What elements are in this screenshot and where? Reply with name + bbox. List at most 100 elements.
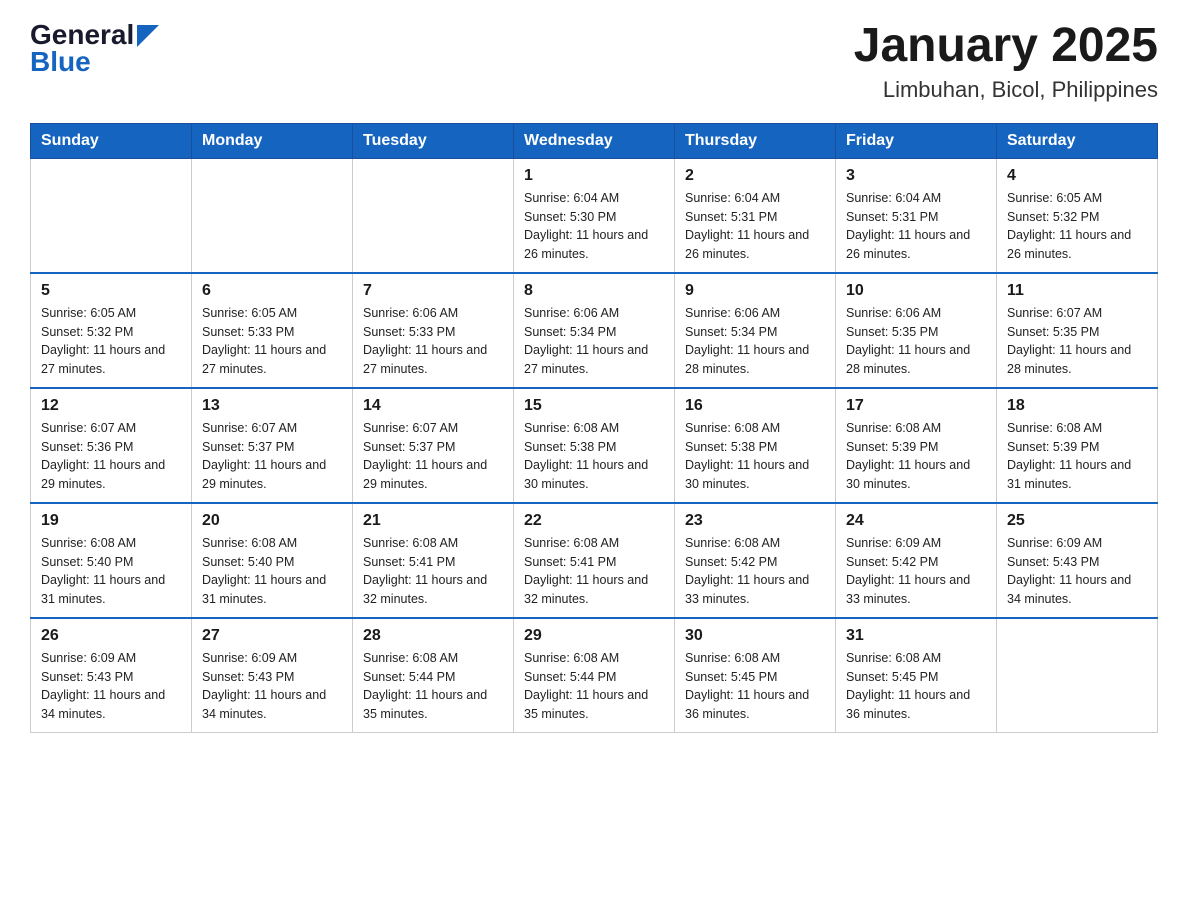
day-info: Sunrise: 6:07 AMSunset: 5:37 PMDaylight:… xyxy=(363,419,503,494)
day-info: Sunrise: 6:08 AMSunset: 5:44 PMDaylight:… xyxy=(524,649,664,724)
day-info: Sunrise: 6:06 AMSunset: 5:34 PMDaylight:… xyxy=(685,304,825,379)
calendar-cell: 14 Sunrise: 6:07 AMSunset: 5:37 PMDayligh… xyxy=(353,388,514,503)
day-number: 8 xyxy=(524,282,664,300)
calendar-cell: 27 Sunrise: 6:09 AMSunset: 5:43 PMDayligh… xyxy=(192,618,353,733)
logo: General Blue xyxy=(30,20,159,78)
calendar-cell: 25 Sunrise: 6:09 AMSunset: 5:43 PMDayligh… xyxy=(997,503,1158,618)
day-info: Sunrise: 6:06 AMSunset: 5:35 PMDaylight:… xyxy=(846,304,986,379)
calendar-header-row: SundayMondayTuesdayWednesdayThursdayFrid… xyxy=(31,123,1158,158)
day-info: Sunrise: 6:08 AMSunset: 5:39 PMDaylight:… xyxy=(846,419,986,494)
day-number: 12 xyxy=(41,397,181,415)
day-info: Sunrise: 6:07 AMSunset: 5:36 PMDaylight:… xyxy=(41,419,181,494)
day-info: Sunrise: 6:08 AMSunset: 5:40 PMDaylight:… xyxy=(202,534,342,609)
page-header: General Blue January 2025 Limbuhan, Bico… xyxy=(30,20,1158,103)
day-info: Sunrise: 6:05 AMSunset: 5:32 PMDaylight:… xyxy=(41,304,181,379)
calendar-cell: 31 Sunrise: 6:08 AMSunset: 5:45 PMDayligh… xyxy=(836,618,997,733)
day-info: Sunrise: 6:08 AMSunset: 5:45 PMDaylight:… xyxy=(685,649,825,724)
day-number: 31 xyxy=(846,627,986,645)
calendar-cell: 26 Sunrise: 6:09 AMSunset: 5:43 PMDayligh… xyxy=(31,618,192,733)
day-number: 3 xyxy=(846,167,986,185)
day-info: Sunrise: 6:06 AMSunset: 5:33 PMDaylight:… xyxy=(363,304,503,379)
calendar-cell: 30 Sunrise: 6:08 AMSunset: 5:45 PMDayligh… xyxy=(675,618,836,733)
day-number: 18 xyxy=(1007,397,1147,415)
calendar-cell: 7 Sunrise: 6:06 AMSunset: 5:33 PMDaylight… xyxy=(353,273,514,388)
calendar-cell: 15 Sunrise: 6:08 AMSunset: 5:38 PMDayligh… xyxy=(514,388,675,503)
calendar-cell xyxy=(31,158,192,273)
day-info: Sunrise: 6:09 AMSunset: 5:43 PMDaylight:… xyxy=(1007,534,1147,609)
day-number: 5 xyxy=(41,282,181,300)
calendar-cell: 28 Sunrise: 6:08 AMSunset: 5:44 PMDayligh… xyxy=(353,618,514,733)
calendar-header-saturday: Saturday xyxy=(997,123,1158,158)
day-info: Sunrise: 6:08 AMSunset: 5:41 PMDaylight:… xyxy=(524,534,664,609)
day-number: 22 xyxy=(524,512,664,530)
day-info: Sunrise: 6:04 AMSunset: 5:31 PMDaylight:… xyxy=(685,189,825,264)
day-info: Sunrise: 6:08 AMSunset: 5:44 PMDaylight:… xyxy=(363,649,503,724)
page-title: January 2025 xyxy=(854,20,1158,73)
calendar-week-row: 26 Sunrise: 6:09 AMSunset: 5:43 PMDayligh… xyxy=(31,618,1158,733)
page-subtitle: Limbuhan, Bicol, Philippines xyxy=(854,77,1158,103)
day-info: Sunrise: 6:08 AMSunset: 5:45 PMDaylight:… xyxy=(846,649,986,724)
calendar-cell: 29 Sunrise: 6:08 AMSunset: 5:44 PMDayligh… xyxy=(514,618,675,733)
logo-blue: Blue xyxy=(30,47,159,78)
calendar-header-tuesday: Tuesday xyxy=(353,123,514,158)
calendar-header-thursday: Thursday xyxy=(675,123,836,158)
day-number: 16 xyxy=(685,397,825,415)
day-number: 21 xyxy=(363,512,503,530)
day-number: 26 xyxy=(41,627,181,645)
day-number: 14 xyxy=(363,397,503,415)
calendar-cell: 6Sunrise: 6:05 AMSunset: 5:33 PMDaylight… xyxy=(192,273,353,388)
calendar-cell: 12 Sunrise: 6:07 AMSunset: 5:36 PMDayligh… xyxy=(31,388,192,503)
title-block: January 2025 Limbuhan, Bicol, Philippine… xyxy=(854,20,1158,103)
calendar-cell: 24 Sunrise: 6:09 AMSunset: 5:42 PMDayligh… xyxy=(836,503,997,618)
calendar-header-monday: Monday xyxy=(192,123,353,158)
day-info: Sunrise: 6:08 AMSunset: 5:38 PMDaylight:… xyxy=(685,419,825,494)
calendar-cell: 22 Sunrise: 6:08 AMSunset: 5:41 PMDayligh… xyxy=(514,503,675,618)
calendar-week-row: 19 Sunrise: 6:08 AMSunset: 5:40 PMDayligh… xyxy=(31,503,1158,618)
day-info: Sunrise: 6:08 AMSunset: 5:38 PMDaylight:… xyxy=(524,419,664,494)
calendar-cell: 23Sunrise: 6:08 AMSunset: 5:42 PMDayligh… xyxy=(675,503,836,618)
day-info: Sunrise: 6:07 AMSunset: 5:35 PMDaylight:… xyxy=(1007,304,1147,379)
day-info: Sunrise: 6:09 AMSunset: 5:43 PMDaylight:… xyxy=(41,649,181,724)
calendar-header-friday: Friday xyxy=(836,123,997,158)
day-number: 29 xyxy=(524,627,664,645)
calendar-cell xyxy=(192,158,353,273)
calendar-cell xyxy=(997,618,1158,733)
day-number: 11 xyxy=(1007,282,1147,300)
day-info: Sunrise: 6:09 AMSunset: 5:42 PMDaylight:… xyxy=(846,534,986,609)
calendar-cell: 19Sunrise: 6:08 AMSunset: 5:40 PMDayligh… xyxy=(31,503,192,618)
day-number: 10 xyxy=(846,282,986,300)
day-number: 24 xyxy=(846,512,986,530)
day-number: 1 xyxy=(524,167,664,185)
day-number: 19 xyxy=(41,512,181,530)
calendar-cell: 9Sunrise: 6:06 AMSunset: 5:34 PMDaylight… xyxy=(675,273,836,388)
day-number: 15 xyxy=(524,397,664,415)
calendar-week-row: 1 Sunrise: 6:04 AMSunset: 5:30 PMDaylight… xyxy=(31,158,1158,273)
calendar-week-row: 5 Sunrise: 6:05 AMSunset: 5:32 PMDaylight… xyxy=(31,273,1158,388)
calendar-cell: 17 Sunrise: 6:08 AMSunset: 5:39 PMDayligh… xyxy=(836,388,997,503)
calendar-cell: 4Sunrise: 6:05 AMSunset: 5:32 PMDaylight… xyxy=(997,158,1158,273)
day-number: 25 xyxy=(1007,512,1147,530)
day-number: 27 xyxy=(202,627,342,645)
day-info: Sunrise: 6:08 AMSunset: 5:41 PMDaylight:… xyxy=(363,534,503,609)
day-number: 2 xyxy=(685,167,825,185)
day-number: 30 xyxy=(685,627,825,645)
day-number: 4 xyxy=(1007,167,1147,185)
day-info: Sunrise: 6:07 AMSunset: 5:37 PMDaylight:… xyxy=(202,419,342,494)
day-info: Sunrise: 6:09 AMSunset: 5:43 PMDaylight:… xyxy=(202,649,342,724)
day-info: Sunrise: 6:08 AMSunset: 5:42 PMDaylight:… xyxy=(685,534,825,609)
calendar-cell: 1 Sunrise: 6:04 AMSunset: 5:30 PMDaylight… xyxy=(514,158,675,273)
calendar-cell xyxy=(353,158,514,273)
day-info: Sunrise: 6:04 AMSunset: 5:31 PMDaylight:… xyxy=(846,189,986,264)
calendar-cell: 3 Sunrise: 6:04 AMSunset: 5:31 PMDaylight… xyxy=(836,158,997,273)
day-number: 6 xyxy=(202,282,342,300)
day-number: 17 xyxy=(846,397,986,415)
day-number: 28 xyxy=(363,627,503,645)
calendar-cell: 13Sunrise: 6:07 AMSunset: 5:37 PMDayligh… xyxy=(192,388,353,503)
calendar-cell: 5 Sunrise: 6:05 AMSunset: 5:32 PMDaylight… xyxy=(31,273,192,388)
calendar-cell: 20Sunrise: 6:08 AMSunset: 5:40 PMDayligh… xyxy=(192,503,353,618)
day-number: 7 xyxy=(363,282,503,300)
calendar-cell: 10 Sunrise: 6:06 AMSunset: 5:35 PMDayligh… xyxy=(836,273,997,388)
day-info: Sunrise: 6:04 AMSunset: 5:30 PMDaylight:… xyxy=(524,189,664,264)
calendar-header-wednesday: Wednesday xyxy=(514,123,675,158)
calendar-cell: 2 Sunrise: 6:04 AMSunset: 5:31 PMDaylight… xyxy=(675,158,836,273)
